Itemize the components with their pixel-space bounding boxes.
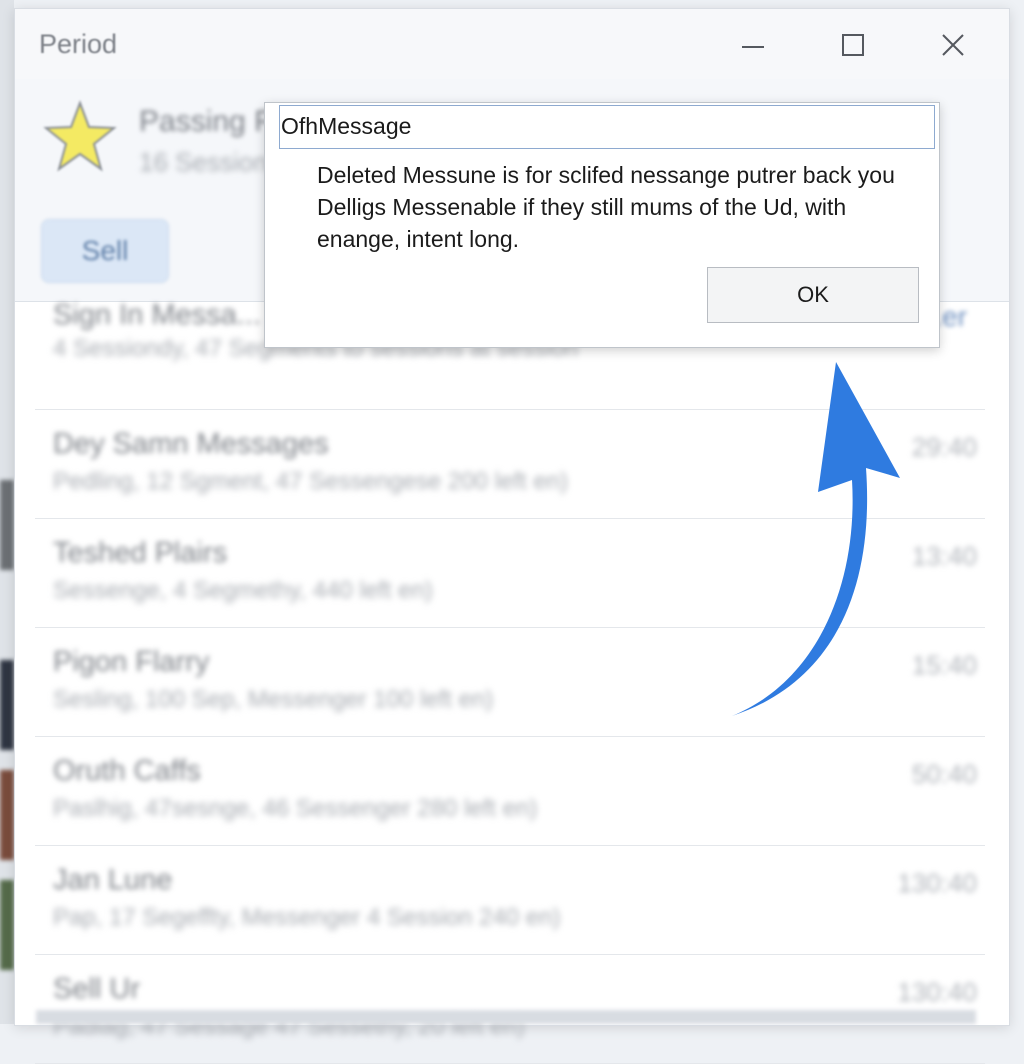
thumbnail-image: [0, 770, 14, 860]
item-name: Jan Lune: [53, 864, 173, 896]
list-item[interactable]: Pigon Flarry Sesling, 100 Sep, Messenger…: [35, 628, 985, 737]
list-item[interactable]: Dey Samn Messages Pedling, 12 Sgment, 47…: [35, 410, 985, 519]
message-list: Sign In Messa... 4 Sessiondy, 47 Segment…: [35, 299, 985, 1064]
maximize-icon: [842, 34, 864, 56]
item-time: 50:40: [911, 759, 977, 789]
close-button[interactable]: [931, 23, 975, 67]
item-detail: Sessenge, 4 Segmethy, 440 left en): [53, 577, 433, 604]
item-detail: Paslhig, 47sesnge, 46 Sessenger 280 left…: [53, 795, 538, 822]
ok-button[interactable]: OK: [707, 267, 919, 323]
dialog-title: OfhMessage: [281, 113, 412, 139]
item-name: Sign In Messa...: [53, 299, 261, 331]
item-name: Pigon Flarry: [53, 646, 210, 678]
dialog-message: Deleted Messune is for sclifed nessange …: [317, 162, 895, 252]
sell-button[interactable]: Sell: [41, 219, 169, 283]
list-item[interactable]: Teshed Plairs Sessenge, 4 Segmethy, 440 …: [35, 519, 985, 628]
message-dialog: OfhMessage Deleted Messune is for sclife…: [264, 102, 940, 348]
item-detail: Sesling, 100 Sep, Messenger 100 left en): [53, 686, 494, 713]
window-title: Period: [39, 29, 118, 59]
item-name: Oruth Caffs: [53, 755, 201, 787]
minimize-icon: [742, 46, 764, 48]
item-name: Sell Ur: [53, 973, 141, 1005]
item-time: 130:40: [897, 977, 977, 1007]
star-icon: [43, 100, 117, 172]
maximize-button[interactable]: [831, 23, 875, 67]
item-time: 15:40: [911, 650, 977, 680]
item-time: 29:40: [911, 432, 977, 462]
thumbnail-image: [0, 660, 14, 750]
item-time: 130:40: [897, 868, 977, 898]
item-time: 13:40: [911, 541, 977, 571]
item-name: Teshed Plairs: [53, 537, 228, 569]
item-detail: Pedling, 12 Sgment, 47 Sessengese 200 le…: [53, 468, 569, 495]
list-item[interactable]: Jan Lune Pap, 17 Segeffty, Messenger 4 S…: [35, 846, 985, 955]
thumbnail-image: [0, 880, 14, 970]
close-icon: [942, 34, 964, 56]
item-detail: Pap, 17 Segeffty, Messenger 4 Session 24…: [53, 904, 561, 931]
item-name: Dey Samn Messages: [53, 428, 329, 460]
thumbnail-image: [0, 480, 14, 570]
list-item[interactable]: Oruth Caffs Paslhig, 47sesnge, 46 Sessen…: [35, 737, 985, 846]
horizontal-scrollbar[interactable]: [36, 1010, 976, 1024]
title-bar: Period: [15, 9, 1009, 79]
minimize-button[interactable]: [731, 23, 775, 67]
